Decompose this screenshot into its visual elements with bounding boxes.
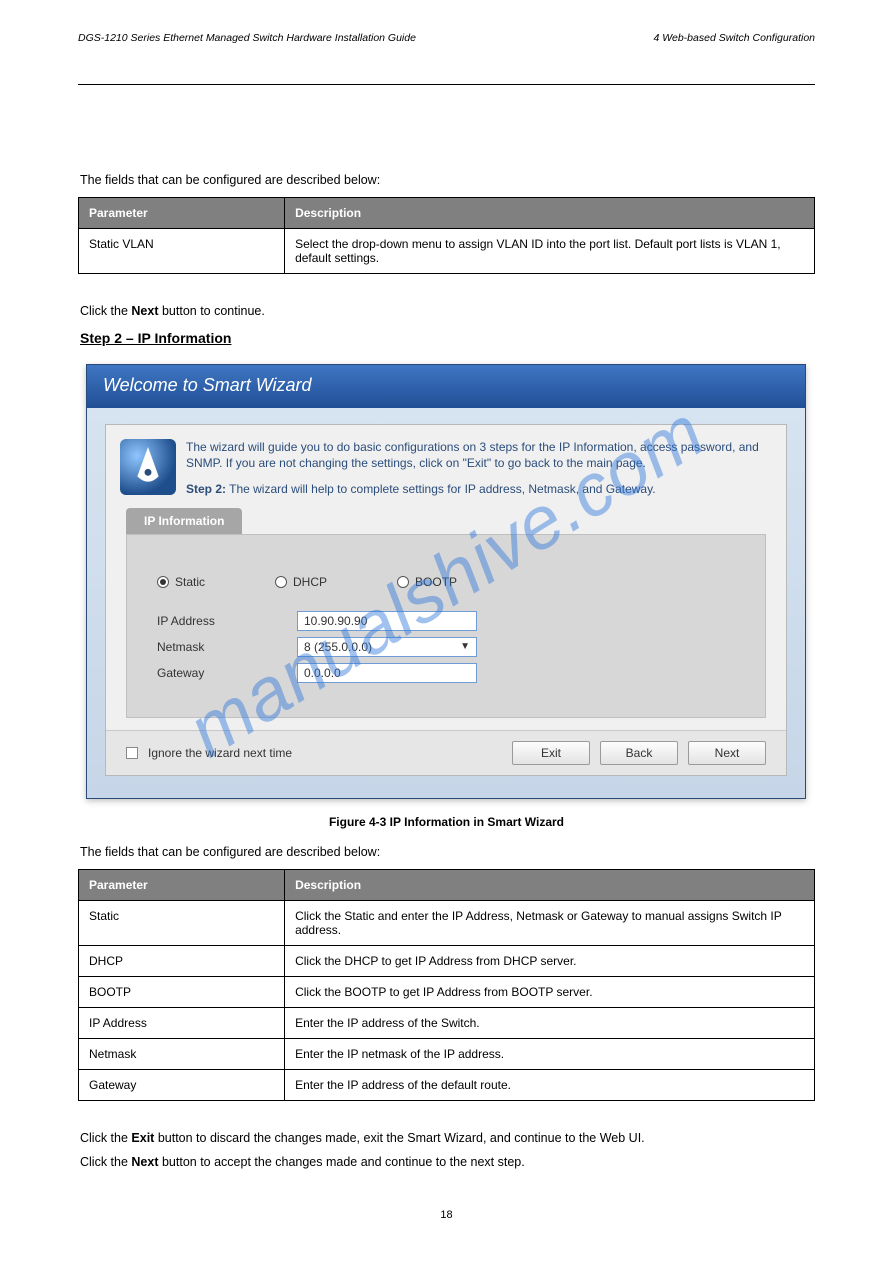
next-button[interactable]: Next (688, 741, 766, 765)
wizard-title: Welcome to Smart Wizard (87, 365, 805, 408)
cell-desc: Enter the IP address of the default rout… (285, 1069, 815, 1100)
wizard-step-bold: Step 2: (186, 482, 226, 496)
back-button[interactable]: Back (600, 741, 678, 765)
after-table1-text: Click the Next button to continue. (78, 304, 815, 318)
param-table-1: Parameter Description Static VLAN Select… (78, 197, 815, 274)
select-netmask[interactable]: 8 (255.0.0.0) ▼ (297, 637, 477, 657)
tab-ip-information[interactable]: IP Information (126, 508, 242, 534)
chapter-title: 4 Web-based Switch Configuration (654, 32, 815, 44)
cell-desc: Click the BOOTP to get IP Address from B… (285, 976, 815, 1007)
cell-param: Static (79, 900, 285, 945)
radio-static-label: Static (175, 575, 205, 589)
figure-caption: Figure 4-3 IP Information in Smart Wizar… (78, 815, 815, 829)
label-ip-address: IP Address (157, 614, 297, 628)
radio-bootp-label: BOOTP (415, 575, 457, 589)
ip-information-panel: Static DHCP BOOTP IP Address 10.90.90.90… (126, 534, 766, 718)
cell-static-vlan-desc: Select the drop-down menu to assign VLAN… (285, 229, 815, 274)
wizard-step-text: The wizard will help to complete setting… (226, 482, 656, 496)
cell-static-vlan-param: Static VLAN (79, 229, 285, 274)
wizard-icon (120, 439, 176, 495)
th-parameter: Parameter (79, 198, 285, 229)
input-ip-address[interactable]: 10.90.90.90 (297, 611, 477, 631)
wizard-screenshot: Welcome to Smart Wizard The wizard will … (86, 364, 806, 799)
intro-text-2: The fields that can be configured are de… (78, 845, 815, 859)
cell-param: Netmask (79, 1038, 285, 1069)
radio-dhcp[interactable]: DHCP (275, 575, 327, 589)
label-netmask: Netmask (157, 640, 297, 654)
exit-button[interactable]: Exit (512, 741, 590, 765)
cell-desc: Enter the IP address of the Switch. (285, 1007, 815, 1038)
param-table-2: Parameter Description StaticClick the St… (78, 869, 815, 1101)
cell-desc: Click the DHCP to get IP Address from DH… (285, 945, 815, 976)
th-description: Description (285, 198, 815, 229)
cell-desc: Click the Static and enter the IP Addres… (285, 900, 815, 945)
value-gateway: 0.0.0.0 (304, 666, 341, 680)
cell-param: DHCP (79, 945, 285, 976)
value-netmask: 8 (255.0.0.0) (304, 640, 372, 654)
cell-param: IP Address (79, 1007, 285, 1038)
radio-bootp[interactable]: BOOTP (397, 575, 457, 589)
page-number: 18 (78, 1209, 815, 1221)
radio-dhcp-label: DHCP (293, 575, 327, 589)
doc-title: DGS-1210 Series Ethernet Managed Switch … (78, 32, 416, 44)
input-gateway[interactable]: 0.0.0.0 (297, 663, 477, 683)
cell-param: BOOTP (79, 976, 285, 1007)
chevron-down-icon: ▼ (460, 641, 470, 652)
wizard-dialog: Welcome to Smart Wizard The wizard will … (86, 364, 806, 799)
radio-static[interactable]: Static (157, 575, 205, 589)
wizard-description: The wizard will guide you to do basic co… (186, 439, 772, 471)
label-gateway: Gateway (157, 666, 297, 680)
th-description: Description (285, 869, 815, 900)
after-table2-line2: Click the Next button to accept the chan… (78, 1155, 815, 1169)
radio-empty-icon (275, 576, 287, 588)
header-rule (78, 84, 815, 85)
cell-desc: Enter the IP netmask of the IP address. (285, 1038, 815, 1069)
radio-dot-icon (157, 576, 169, 588)
th-parameter: Parameter (79, 869, 285, 900)
value-ip: 10.90.90.90 (304, 614, 367, 628)
label-ignore-wizard: Ignore the wizard next time (148, 746, 502, 760)
intro-text-1: The fields that can be configured are de… (78, 173, 815, 187)
after-table2-line1: Click the Exit button to discard the cha… (78, 1131, 815, 1145)
checkbox-ignore-wizard[interactable] (126, 747, 138, 759)
radio-empty-icon (397, 576, 409, 588)
cell-param: Gateway (79, 1069, 285, 1100)
section-title-step2: Step 2 – IP Information (78, 330, 815, 346)
